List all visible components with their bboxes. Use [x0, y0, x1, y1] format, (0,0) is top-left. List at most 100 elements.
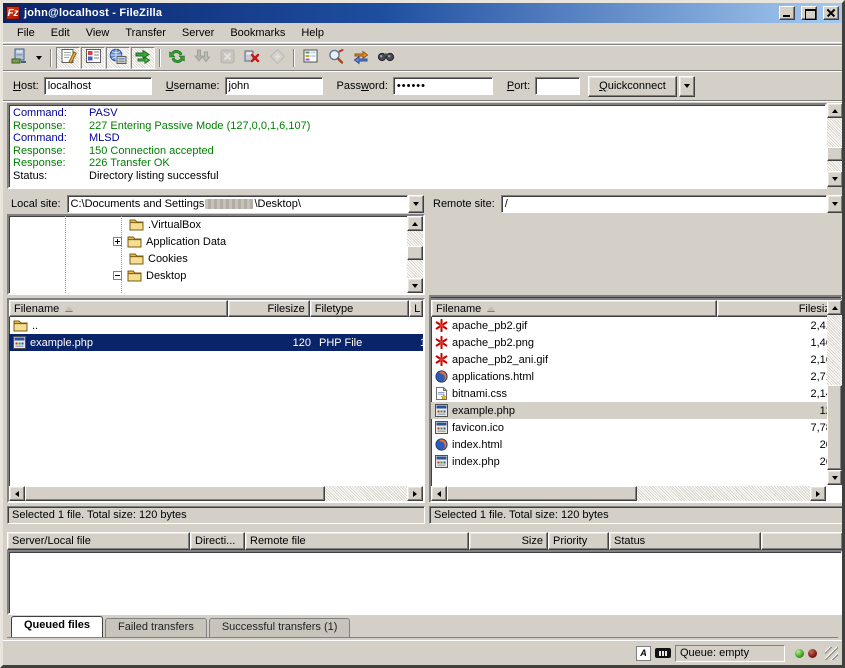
quickconnect-dropdown[interactable]: [679, 76, 695, 97]
title-bar: Fz john@localhost - FileZilla: [3, 3, 842, 23]
queue-column-header-size[interactable]: Size: [469, 532, 548, 550]
file-row[interactable]: apache_pb2.gif2,414: [431, 317, 841, 334]
toolbar-toggle-local-tree-button[interactable]: [81, 47, 105, 69]
tree-item-label: Application Data: [146, 236, 226, 248]
local-tree-scroll-thumb[interactable]: [407, 246, 423, 260]
file-row[interactable]: index.php267: [431, 453, 841, 470]
tree-item[interactable]: .VirtualBox: [9, 216, 423, 233]
remote-hscroll-right[interactable]: [810, 486, 826, 501]
remote-site-combo[interactable]: /: [501, 195, 827, 213]
username-field[interactable]: john: [225, 77, 323, 95]
log-scroll-thumb[interactable]: [827, 147, 843, 161]
local-site-combo[interactable]: C:\Documents and Settings\Desktop\: [67, 195, 408, 213]
disconnect-icon: [243, 48, 261, 68]
local-column-header-l[interactable]: L: [409, 300, 423, 317]
expand-icon[interactable]: [113, 237, 122, 246]
file-row[interactable]: index.html202: [431, 436, 841, 453]
remote-hscroll-thumb[interactable]: [447, 486, 637, 501]
file-row[interactable]: applications.html2,713: [431, 368, 841, 385]
collapse-icon[interactable]: [113, 271, 122, 280]
log-line-text: MLSD: [89, 132, 120, 145]
local-tree-scroll-down[interactable]: [407, 278, 423, 293]
port-field[interactable]: [535, 77, 580, 95]
toolbar-site-manager-dropdown-button[interactable]: [32, 47, 46, 69]
maximize-button[interactable]: [801, 6, 817, 20]
local-hscroll-track[interactable]: [325, 486, 407, 501]
queue-column-header-priority[interactable]: Priority: [548, 532, 609, 550]
file-row[interactable]: ..: [9, 317, 423, 334]
remote-hscroll-track[interactable]: [637, 486, 810, 501]
resize-grip[interactable]: [825, 647, 838, 660]
remote-vscroll-track[interactable]: [827, 315, 842, 385]
menu-item-transfer[interactable]: Transfer: [117, 25, 174, 41]
local-hscroll-right[interactable]: [407, 486, 423, 501]
menu-item-view[interactable]: View: [78, 25, 118, 41]
minimize-button[interactable]: [779, 6, 795, 20]
queue-column-header-remote-file[interactable]: Remote file: [245, 532, 469, 550]
menu-item-bookmarks[interactable]: Bookmarks: [222, 25, 293, 41]
tab-queued-files[interactable]: Queued files: [11, 616, 103, 637]
host-field[interactable]: localhost: [44, 77, 152, 95]
local-tree-scroll-up[interactable]: [407, 216, 423, 231]
close-button[interactable]: [823, 6, 839, 20]
password-field[interactable]: ••••••: [393, 77, 493, 95]
toolbar-separator: [50, 49, 52, 67]
queue-column-header-directi---[interactable]: Directi...: [190, 532, 245, 550]
remote-vscroll-thumb[interactable]: [827, 385, 842, 470]
menu-item-help[interactable]: Help: [293, 25, 332, 41]
queue-column-header-status[interactable]: Status: [609, 532, 761, 550]
toolbar-toggle-message-log-button[interactable]: [56, 47, 80, 69]
speed-limit-icon[interactable]: [655, 648, 671, 658]
file-row[interactable]: example.php120PHP File1: [9, 334, 423, 351]
remote-site-combo-arrow[interactable]: [827, 195, 843, 213]
tab-successful-transfers--1-[interactable]: Successful transfers (1): [209, 618, 351, 637]
remote-hscroll-left[interactable]: [431, 486, 447, 501]
file-row[interactable]: apache_pb2.png1,463: [431, 334, 841, 351]
toolbar-site-manager-button[interactable]: [7, 47, 31, 69]
data-type-icon[interactable]: A: [636, 646, 651, 661]
toolbar-toggle-remote-tree-button[interactable]: [106, 47, 130, 69]
tree-item[interactable]: Desktop: [9, 267, 423, 284]
toolbar-cancel-operation-button[interactable]: [215, 47, 239, 69]
queue-column-header-server-local-file[interactable]: Server/Local file: [7, 532, 190, 550]
file-row[interactable]: example.php120: [431, 402, 841, 419]
toolbar-synchronized-browsing-button[interactable]: [349, 47, 373, 69]
file-row[interactable]: apache_pb2_ani.gif2,160: [431, 351, 841, 368]
remote-column-header-filesize[interactable]: Filesize: [717, 300, 841, 317]
log-scroll-track[interactable]: [827, 118, 843, 171]
local-site-combo-arrow[interactable]: [408, 195, 424, 213]
toolbar-process-queue-button[interactable]: [190, 47, 214, 69]
filename-cell: index.html: [431, 436, 718, 453]
local-column-header-filetype[interactable]: Filetype: [310, 300, 409, 317]
remote-vscroll-down[interactable]: [827, 470, 842, 485]
file-row[interactable]: favicon.ico7,782: [431, 419, 841, 436]
toolbar-toggle-transfer-queue-button[interactable]: [131, 47, 155, 69]
tree-item-label: Cookies: [148, 253, 188, 265]
toolbar-compare-directories-button[interactable]: [324, 47, 348, 69]
log-scroll-up[interactable]: [827, 103, 843, 118]
log-line-type: Command:: [13, 107, 89, 120]
menu-item-server[interactable]: Server: [174, 25, 222, 41]
toolbar-refresh-button[interactable]: [165, 47, 189, 69]
port-label: Port:: [507, 80, 530, 92]
local-hscroll-thumb[interactable]: [25, 486, 325, 501]
local-column-header-filename[interactable]: Filename: [9, 300, 228, 317]
file-name: index.html: [452, 439, 502, 451]
filezilla-window: Fz john@localhost - FileZilla FileEditVi…: [0, 0, 845, 668]
remote-vscroll-up[interactable]: [827, 300, 842, 315]
menu-item-edit[interactable]: Edit: [43, 25, 78, 41]
quickconnect-button[interactable]: Quickconnect: [588, 76, 677, 97]
local-column-header-filesize[interactable]: Filesize: [228, 300, 310, 317]
log-scroll-down[interactable]: [827, 171, 843, 187]
menu-item-file[interactable]: File: [9, 25, 43, 41]
toolbar-find-files-button[interactable]: [374, 47, 398, 69]
tree-item[interactable]: Application Data: [9, 233, 423, 250]
toolbar-reconnect-button[interactable]: [265, 47, 289, 69]
tree-item[interactable]: Cookies: [9, 250, 423, 267]
toolbar-disconnect-button[interactable]: [240, 47, 264, 69]
remote-column-header-filename[interactable]: Filename: [431, 300, 717, 317]
local-hscroll-left[interactable]: [9, 486, 25, 501]
tab-failed-transfers[interactable]: Failed transfers: [105, 618, 207, 637]
file-row[interactable]: bitnami.css2,142: [431, 385, 841, 402]
toolbar-directory-listing-filters-button[interactable]: [299, 47, 323, 69]
